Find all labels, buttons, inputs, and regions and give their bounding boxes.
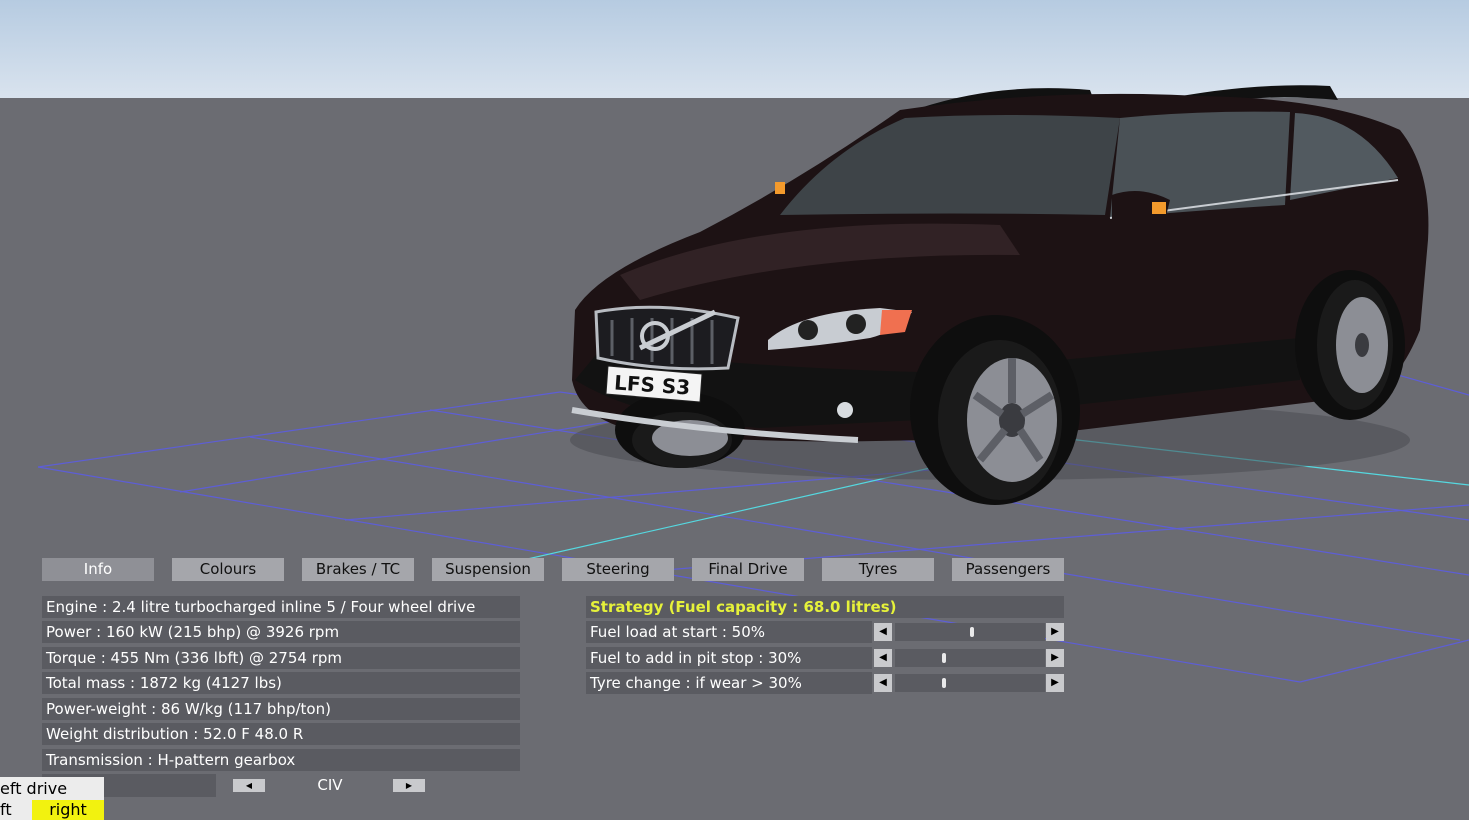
pit-fuel-decrease-button[interactable]: ◀: [874, 649, 892, 667]
info-power-weight: Power-weight : 86 W/kg (117 bhp/ton): [42, 698, 520, 720]
info-transmission: Transmission : H-pattern gearbox: [42, 749, 520, 771]
configuration-value: CIV: [317, 776, 343, 794]
tyre-change-slider[interactable]: [895, 674, 1045, 692]
tyre-change-slider-thumb[interactable]: [941, 678, 946, 688]
info-weight-distribution: Weight distribution : 52.0 F 48.0 R: [42, 723, 520, 745]
pit-fuel-slider[interactable]: [895, 649, 1045, 667]
drive-side-popup-title: eft drive: [0, 777, 104, 800]
pit-fuel-slider-thumb[interactable]: [941, 653, 946, 663]
tab-colours[interactable]: Colours: [172, 558, 284, 581]
drive-side-option-left[interactable]: ft: [0, 800, 32, 820]
fuel-load-label: Fuel load at start : 50%: [586, 621, 872, 643]
tyre-change-decrease-button[interactable]: ◀: [874, 674, 892, 692]
info-torque: Torque : 455 Nm (336 lbft) @ 2754 rpm: [42, 647, 520, 669]
tab-info[interactable]: Info: [42, 558, 154, 581]
tyre-change-label: Tyre change : if wear > 30%: [586, 672, 872, 694]
strategy-header: Strategy (Fuel capacity : 68.0 litres): [586, 596, 1064, 618]
tab-final-drive[interactable]: Final Drive: [692, 558, 804, 581]
info-power: Power : 160 kW (215 bhp) @ 3926 rpm: [42, 621, 520, 643]
tab-brakes-tc[interactable]: Brakes / TC: [302, 558, 414, 581]
drive-side-popup-title-text: eft drive: [0, 779, 68, 798]
pit-fuel-label: Fuel to add in pit stop : 30%: [586, 647, 872, 669]
tab-suspension[interactable]: Suspension: [432, 558, 544, 581]
car-model: LFS S3: [570, 85, 1429, 505]
tab-passengers[interactable]: Passengers: [952, 558, 1064, 581]
configuration-next-button[interactable]: ▶: [393, 779, 425, 792]
tyre-change-increase-button[interactable]: ▶: [1046, 674, 1064, 692]
fuel-load-increase-button[interactable]: ▶: [1046, 623, 1064, 641]
fuel-load-decrease-button[interactable]: ◀: [874, 623, 892, 641]
info-engine: Engine : 2.4 litre turbocharged inline 5…: [42, 596, 520, 618]
fuel-load-slider[interactable]: [895, 623, 1045, 641]
drive-side-option-right[interactable]: right: [32, 800, 104, 820]
configuration-prev-button[interactable]: ◀: [233, 779, 265, 792]
pit-fuel-increase-button[interactable]: ▶: [1046, 649, 1064, 667]
car-viewport: LFS S3: [37, 85, 1469, 683]
drive-side-option-left-text: ft: [0, 800, 12, 819]
tab-steering[interactable]: Steering: [562, 558, 674, 581]
tab-tyres[interactable]: Tyres: [822, 558, 934, 581]
info-total-mass: Total mass : 1872 kg (4127 lbs): [42, 672, 520, 694]
fuel-load-slider-thumb[interactable]: [970, 627, 974, 637]
